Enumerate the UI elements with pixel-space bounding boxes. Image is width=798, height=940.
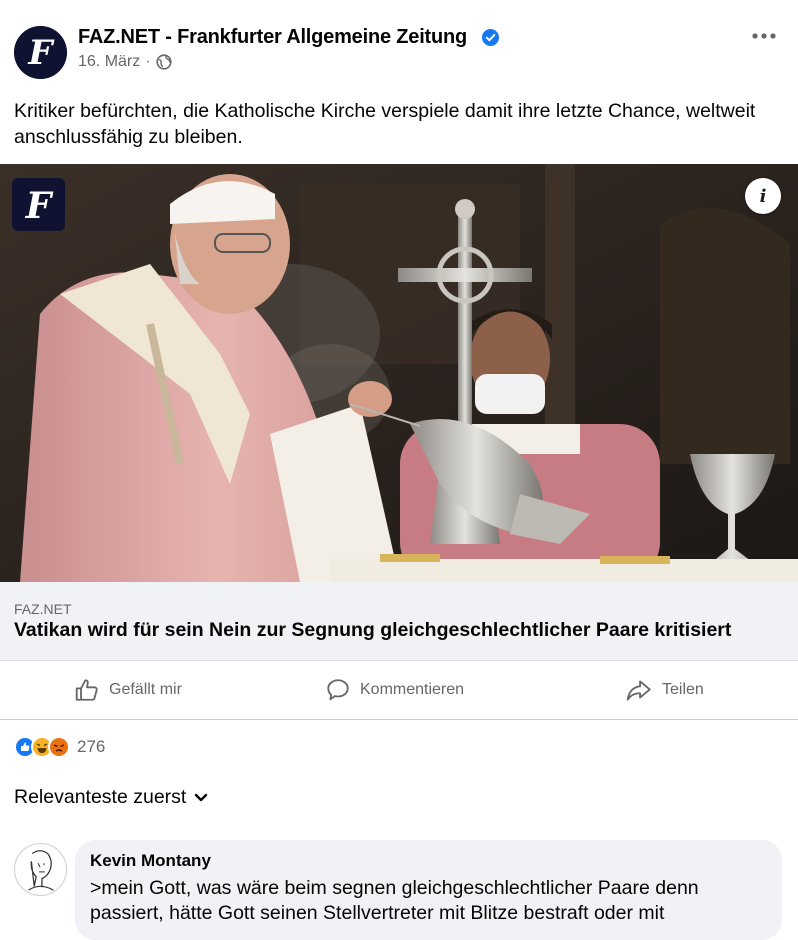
like-button[interactable]: Gefällt mir	[74, 661, 182, 719]
angry-icon	[48, 736, 70, 758]
meta-separator: ·	[145, 53, 151, 70]
comment-author[interactable]: Kevin Montany	[90, 851, 211, 871]
post-text: Kritiker befürchten, die Katholische Kir…	[14, 100, 756, 148]
article-image[interactable]	[0, 164, 798, 582]
comment-bubble-icon	[327, 679, 349, 701]
faz-logo-badge: F	[12, 178, 65, 231]
reactions-summary[interactable]: 276	[14, 735, 105, 759]
page-name-link[interactable]: FAZ.NET - Frankfurter Allgemeine Zeitung	[78, 26, 467, 49]
comment-text: >mein Gott, was wäre beim segnen gleichg…	[90, 877, 699, 924]
link-title[interactable]: Vatikan wird für sein Nein zur Segnung g…	[14, 619, 731, 642]
comment-sort-dropdown[interactable]: Relevanteste zuerst	[14, 786, 208, 809]
share-button[interactable]: Teilen	[625, 661, 704, 719]
globe-icon	[155, 54, 172, 70]
more-options-icon[interactable]	[750, 26, 778, 46]
like-label: Gefällt mir	[109, 681, 182, 698]
info-icon[interactable]: i	[745, 178, 781, 214]
post-date[interactable]: 16. März	[78, 53, 140, 71]
share-arrow-icon	[626, 680, 651, 701]
share-label: Teilen	[662, 681, 704, 698]
comment-button[interactable]: Kommentieren	[325, 661, 464, 719]
post-actions-bar: Gefällt mir Kommentieren Teilen	[0, 661, 798, 720]
faz-badge-letter: F	[25, 185, 54, 227]
post-header: F FAZ.NET - Frankfurter Allgemeine Zeitu…	[0, 0, 798, 90]
comment-label: Kommentieren	[360, 681, 465, 698]
faz-logo-letter: F	[27, 33, 55, 73]
link-domain: FAZ.NET	[14, 601, 72, 617]
verified-badge-icon	[482, 29, 499, 46]
commenter-avatar[interactable]	[14, 843, 67, 896]
chevron-down-icon	[195, 793, 208, 801]
thumbs-up-icon	[75, 679, 98, 701]
page-avatar[interactable]: F	[14, 26, 67, 79]
reactions-count: 276	[77, 737, 106, 756]
post-meta: 16. März ·	[78, 53, 172, 71]
sort-label: Relevanteste zuerst	[14, 786, 187, 808]
